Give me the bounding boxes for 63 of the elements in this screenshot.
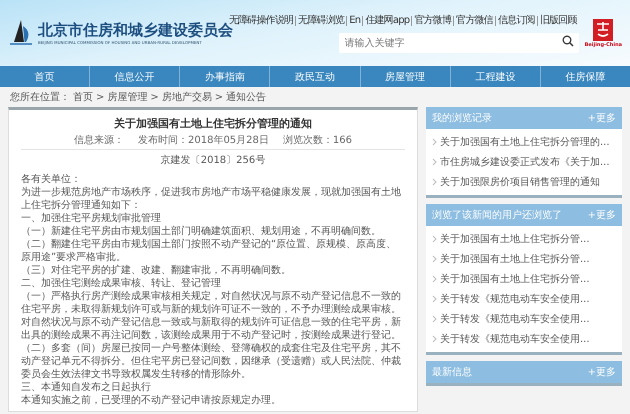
breadcrumb-separator: > [96, 92, 104, 102]
article-meta: 信息来源： [74, 134, 124, 147]
top-link[interactable]: En [346, 16, 362, 26]
nav-item[interactable]: 房屋管理 [360, 66, 451, 87]
top-link[interactable]: 官方微信 [453, 16, 495, 26]
breadcrumb-label: 您所在位置： [10, 90, 70, 104]
nav-item[interactable]: 首页 [0, 66, 90, 87]
breadcrumb-separator: > [214, 92, 224, 102]
chevron-icon [432, 255, 437, 263]
paragraph: 一、加强住宅平房规划审批管理 [21, 212, 162, 225]
paragraph: （二）多套（间）房屋已按同一户号整体测绘、登簿确权的成套住宅及住宅平房，其不动产登记单元不得拆分。但住宅平房已登记间数，因继承（受遗赠）或人民法院、仲裁委员会生效法律文书导致权属发生转移的情形除外。 [21, 342, 402, 381]
news-link[interactable]: 关于加强国有土地上住宅拆分管... [440, 272, 590, 286]
panel-title: 浏览了该新闻的用户还浏览了 [432, 208, 562, 222]
article-title: 关于加强国有土地上住宅拆分管理的通知 [113, 116, 313, 131]
panel-title: 最新信息 [432, 366, 472, 379]
chevron-icon [432, 315, 437, 323]
logo-icon [8, 18, 34, 48]
chevron-icon [432, 235, 437, 243]
news-link[interactable]: 关于转发《规范电动车安全使用... [440, 332, 590, 346]
chevron-icon [432, 138, 437, 146]
chevron-icon [432, 178, 437, 186]
search-icon[interactable] [562, 34, 574, 46]
article-meta: 发布时间：2018年05月28日 [138, 134, 269, 147]
chevron-icon [432, 275, 437, 283]
nav-item[interactable]: 信息公开 [90, 66, 180, 87]
paragraph: 二、加强住宅测绘成果审核、转让、登记管理 [21, 277, 222, 290]
news-link[interactable]: 关于加强国有土地上住宅拆分管理的... [440, 135, 610, 149]
article-meta: 浏览次数：166 [282, 134, 352, 147]
emblem-icon [592, 18, 614, 42]
news-link[interactable]: 关于转发《规范电动车安全使用... [440, 312, 590, 326]
paragraph: 各有关单位： [21, 173, 82, 186]
paragraph: 三、本通知自发布之日起执行 [21, 381, 152, 394]
news-link[interactable]: 市住房城乡建设委正式发布《关于加... [440, 155, 610, 169]
breadcrumb-link[interactable]: 房屋管理 [107, 90, 148, 104]
breadcrumb-link[interactable]: 通知公告 [226, 90, 266, 104]
paragraph: 为进一步规范房地产市场秩序，促进我市房地产市场平稳健康发展，现就加强国有土地上住宅拆分管理通知如下： [21, 186, 402, 212]
top-link[interactable]: 无障碍浏览 [295, 16, 346, 26]
chevron-icon [432, 335, 437, 343]
top-link[interactable]: 官方微博 [411, 16, 454, 26]
breadcrumb-link[interactable]: 房地产交易 [162, 90, 212, 104]
paragraph: 本通知实施之前，已受理的不动产登记申请按原规定办理。 [21, 394, 282, 407]
nav-item[interactable]: 住房保障 [540, 66, 630, 87]
chevron-icon [432, 295, 437, 303]
paragraph: （三）对住宅平房的扩建、改建、翻建审批，不再明确间数。 [21, 264, 292, 277]
chevron-icon [432, 158, 437, 166]
panel-title: 我的浏览记录 [432, 112, 492, 125]
news-link[interactable]: 关于加强限房价项目销售管理的通知 [440, 175, 600, 189]
paragraph: （一）严格执行房产测绘成果审核相关规定，对自然状况与原不动产登记信息不一致的住宅平房，未取得新规划许可或与新的规划许可证不一致的，不予办理测绘成果审核。对自然状况与原不动产登记信息一致或与新取得的规划许可证信息一致的住宅平房，新出具的测绘成果不再注记间数，该测绘成果用于不动产登记时，按测绘成果进行登记。 [21, 290, 402, 342]
news-link[interactable]: 关于加强国有土地上住宅拆分管... [440, 232, 590, 246]
nav-item[interactable]: 工程建设 [450, 66, 541, 87]
nav-item[interactable]: 办事指南 [180, 66, 270, 87]
top-link[interactable]: 旧版回顾 [536, 16, 579, 26]
top-link[interactable]: 信息订阅 [494, 16, 537, 26]
news-link[interactable]: 关于转发《规范电动车安全使用... [440, 292, 590, 306]
news-link[interactable]: 关于加强国有土地上住宅拆分管... [440, 252, 590, 266]
nav-item[interactable]: 政民互动 [270, 66, 361, 87]
breadcrumb-link[interactable]: 首页 [73, 90, 93, 104]
paragraph: （二）翻建住宅平房由市规划国土部门按照不动产登记的“原位置、原规模、原高度、原用途”要求严格审批。 [21, 238, 398, 264]
paragraph: （一）新建住宅平房由市规划国土部门明确建筑面积、规划用途，不再明确间数。 [21, 225, 382, 238]
document-number: 京建发〔2018〕256号 [160, 154, 266, 167]
search-field[interactable]: 请输入关键字 [338, 33, 579, 53]
top-link[interactable]: 住建网app [362, 16, 412, 26]
breadcrumb-separator: > [150, 92, 159, 102]
